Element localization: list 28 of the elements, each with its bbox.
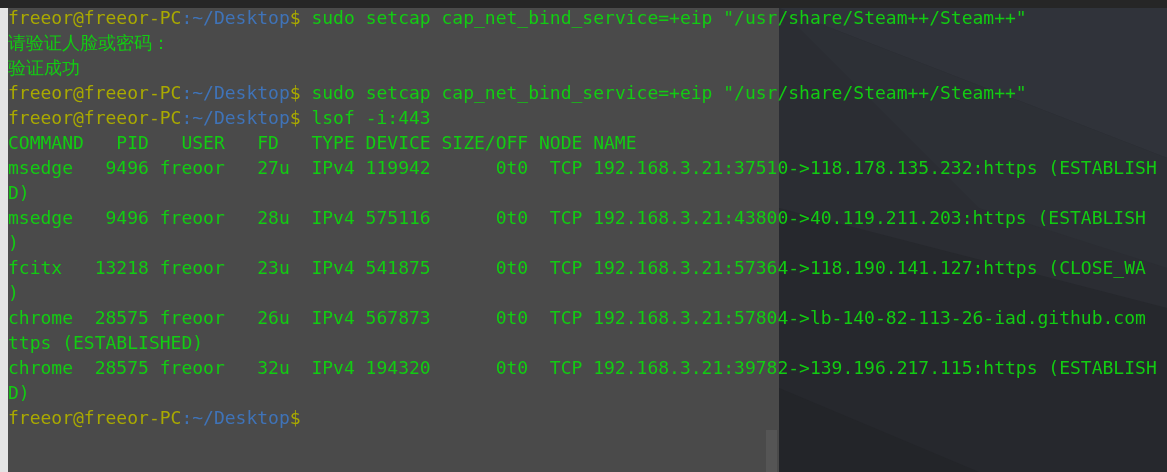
output-line: )	[8, 232, 19, 253]
prompt-sign: $	[289, 82, 301, 103]
output-line: ttps (ESTABLISHED)	[8, 332, 204, 353]
output-line: COMMAND PID USER FD TYPE DEVICE SIZE/OFF NODE NAME	[8, 132, 637, 153]
output-line: 请验证人脸或密码：	[8, 32, 170, 53]
prompt-path: :~/Desktop	[181, 82, 290, 103]
output-line: 验证成功	[8, 57, 80, 78]
command-text: sudo setcap cap_net_bind_service=+eip "/usr/share/Steam++/Steam++"	[310, 82, 1027, 103]
output-line: )	[8, 282, 19, 303]
prompt-sign: $	[289, 7, 301, 28]
prompt-path: :~/Desktop	[181, 7, 290, 28]
prompt-user-host: freeor@freeor-PC	[8, 7, 182, 28]
command-text: sudo setcap cap_net_bind_service=+eip "/usr/share/Steam++/Steam++"	[310, 7, 1027, 28]
prompt-sign: $	[289, 407, 301, 428]
command-text: lsof -i:443	[310, 107, 431, 128]
output-line: msedge 9496 freoor 27u IPv4 119942 0t0 TCP 192.168.3.21:37510->118.178.135.232:https (ESTABLISH	[8, 157, 1157, 178]
prompt-user-host: freeor@freeor-PC	[8, 82, 182, 103]
prompt-sign: $	[289, 107, 301, 128]
prompt-path: :~/Desktop	[181, 107, 290, 128]
output-line: D)	[8, 382, 30, 403]
output-line: fcitx 13218 freoor 23u IPv4 541875 0t0 TCP 192.168.3.21:57364->118.190.141.127:https (CLOSE_WA	[8, 257, 1146, 278]
output-line: chrome 28575 freoor 26u IPv4 567873 0t0 TCP 192.168.3.21:57804->lb-140-82-113-26-iad.github.com	[8, 307, 1146, 328]
output-line: msedge 9496 freoor 28u IPv4 575116 0t0 TCP 192.168.3.21:43800->40.119.211.203:https (ESTABLISH	[8, 207, 1146, 228]
prompt-user-host: freeor@freeor-PC	[8, 407, 182, 428]
prompt-path: :~/Desktop	[181, 407, 290, 428]
prompt-user-host: freeor@freeor-PC	[8, 107, 182, 128]
output-line: chrome 28575 freoor 32u IPv4 194320 0t0 TCP 192.168.3.21:39782->139.196.217.115:https (ESTABLISH	[8, 357, 1157, 378]
output-line: D)	[8, 182, 30, 203]
